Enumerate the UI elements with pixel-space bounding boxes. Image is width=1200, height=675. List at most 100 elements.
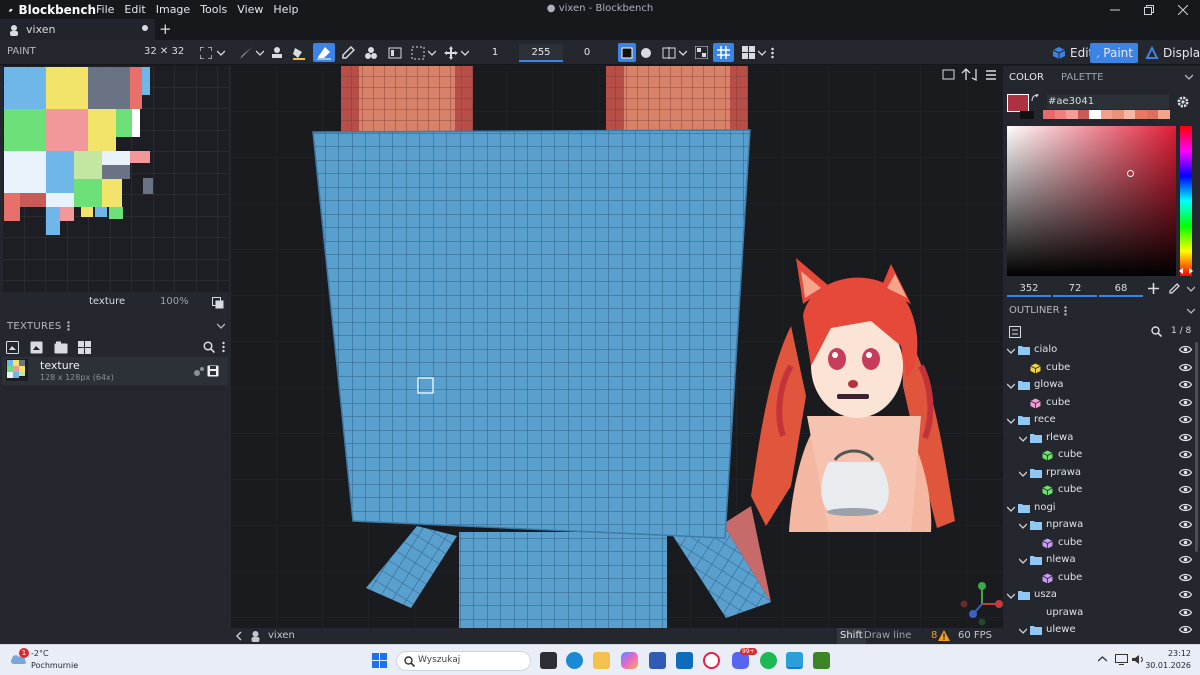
eye-icon[interactable] <box>1179 468 1192 477</box>
import-texture-icon[interactable] <box>6 341 19 354</box>
chevron-down-icon[interactable] <box>1185 74 1193 80</box>
layout-button[interactable] <box>739 43 757 62</box>
menu-view[interactable]: View <box>237 3 263 16</box>
warning-icon[interactable] <box>938 630 950 641</box>
clock-date[interactable]: 30.01.2026 <box>1145 661 1191 670</box>
eye-icon[interactable] <box>1179 398 1192 407</box>
eye-icon[interactable] <box>1179 380 1192 389</box>
hue-slider[interactable] <box>1179 126 1193 276</box>
chevron-down-icon[interactable] <box>1187 286 1195 292</box>
eye-icon[interactable] <box>1179 363 1192 372</box>
recent-color-swatch[interactable] <box>1135 110 1147 119</box>
warning-count[interactable]: 8 <box>931 630 937 641</box>
outliner-row-rprawa[interactable]: rprawa <box>1003 465 1200 482</box>
chevron-down-icon[interactable] <box>1007 383 1015 389</box>
spotify-icon[interactable] <box>760 652 777 669</box>
saturation-input[interactable]: 72 <box>1053 283 1097 297</box>
tab-color[interactable]: COLOR <box>1009 72 1044 83</box>
chevron-down-icon[interactable] <box>1019 523 1027 529</box>
recent-color-swatch[interactable] <box>1123 110 1136 119</box>
outliner-row-cube[interactable]: cube <box>1003 570 1200 587</box>
edge-icon[interactable] <box>566 652 583 669</box>
start-icon[interactable] <box>372 653 387 668</box>
taskbar-search[interactable]: Wyszukaj <box>396 651 531 671</box>
recent-color-swatch[interactable] <box>1158 110 1171 119</box>
volume-icon[interactable] <box>1132 654 1145 665</box>
chevron-down-icon[interactable] <box>1007 348 1015 354</box>
saturation-value-picker[interactable] <box>1007 126 1176 276</box>
clock-time[interactable]: 23:12 <box>1155 649 1191 658</box>
outliner-row-ulewe[interactable]: ulewe <box>1003 622 1200 639</box>
brush-softness-input[interactable]: 0 <box>565 44 609 62</box>
uv-editor[interactable] <box>3 66 229 292</box>
outliner-row-cialo[interactable]: cialo <box>1003 342 1200 359</box>
chevron-down-icon[interactable] <box>1019 436 1027 442</box>
eye-icon[interactable] <box>1179 625 1192 634</box>
pixel-grid-button[interactable] <box>713 43 734 62</box>
tab-palette[interactable]: PALETTE <box>1061 72 1103 83</box>
recent-color-swatch[interactable] <box>1100 110 1113 119</box>
round-brush-button[interactable] <box>638 43 654 62</box>
eye-icon[interactable] <box>1179 485 1192 494</box>
outliner-toggle-icon[interactable] <box>1009 326 1021 338</box>
outliner-scrollbar[interactable] <box>1195 342 1198 552</box>
mode-display-button[interactable]: Display <box>1140 43 1200 63</box>
close-button[interactable] <box>1166 0 1200 19</box>
swap-colors-icon[interactable] <box>1031 94 1041 104</box>
brush-options-button[interactable] <box>255 43 265 62</box>
selection-options-button[interactable] <box>427 43 437 62</box>
copy-icon[interactable] <box>212 297 224 309</box>
eye-icon[interactable] <box>1179 415 1192 424</box>
texture-list-item[interactable]: texture 128 x 128px (64x) <box>2 357 228 385</box>
outliner-row-rece[interactable]: rece <box>1003 412 1200 429</box>
chevron-down-icon[interactable] <box>1187 308 1195 314</box>
recent-color-swatch[interactable] <box>1089 110 1101 119</box>
fullscreen-uv-button[interactable] <box>198 43 214 62</box>
create-texture-icon[interactable] <box>30 341 43 354</box>
texture-grid-icon[interactable] <box>78 341 91 354</box>
tab-vixen[interactable]: vixen <box>0 19 155 40</box>
new-tab-button[interactable]: + <box>159 20 172 38</box>
chevron-down-icon[interactable] <box>1019 471 1027 477</box>
chevron-down-icon[interactable] <box>217 323 225 329</box>
color-picker-handle[interactable] <box>1127 170 1134 177</box>
chevron-down-icon[interactable] <box>1019 558 1027 564</box>
chevron-up-icon[interactable] <box>1098 656 1107 662</box>
texture-particle-icon[interactable] <box>193 365 205 377</box>
3d-viewport[interactable] <box>231 66 1003 628</box>
square-brush-button[interactable] <box>618 43 636 62</box>
minecraft-icon[interactable] <box>813 652 830 669</box>
outliner-row-cube[interactable]: cube <box>1003 482 1200 499</box>
gear-icon[interactable] <box>1176 95 1190 109</box>
brush-tool[interactable] <box>237 43 255 62</box>
outliner-row-uprawa[interactable]: uprawa <box>1003 605 1200 622</box>
outliner-row-nlewa[interactable]: nlewa <box>1003 552 1200 569</box>
maximize-button[interactable] <box>1132 0 1166 19</box>
selection-tool[interactable] <box>409 43 427 62</box>
chevron-left-icon[interactable] <box>235 631 243 641</box>
eye-icon[interactable] <box>1179 608 1192 617</box>
search-icon[interactable] <box>1151 326 1162 337</box>
gradient-tool[interactable] <box>386 43 404 62</box>
eye-icon[interactable] <box>1179 538 1192 547</box>
recent-color-swatch[interactable] <box>1066 110 1078 119</box>
menu-image[interactable]: Image <box>156 3 190 16</box>
secondary-color-swatch[interactable] <box>1020 111 1034 119</box>
recent-color-swatch[interactable] <box>1054 110 1067 119</box>
outliner-row-cube[interactable]: cube <box>1003 447 1200 464</box>
eye-icon[interactable] <box>1179 590 1192 599</box>
store-icon[interactable] <box>649 652 666 669</box>
display-settings-icon[interactable] <box>1115 654 1128 665</box>
brush-size-input[interactable]: 1 <box>473 44 517 62</box>
more-vertical-icon[interactable] <box>1064 306 1067 316</box>
task-view-icon[interactable] <box>540 652 557 669</box>
recent-color-swatch[interactable] <box>1043 110 1055 119</box>
uv-options-button[interactable] <box>215 43 227 62</box>
eye-icon[interactable] <box>1179 433 1192 442</box>
selected-color-swatch[interactable] <box>1007 94 1029 112</box>
copilot-icon[interactable] <box>621 652 638 669</box>
chevron-down-icon[interactable] <box>1007 506 1015 512</box>
eye-icon[interactable] <box>1179 503 1192 512</box>
brush-opacity-input[interactable]: 255 <box>519 44 563 62</box>
eye-icon[interactable] <box>1179 345 1192 354</box>
